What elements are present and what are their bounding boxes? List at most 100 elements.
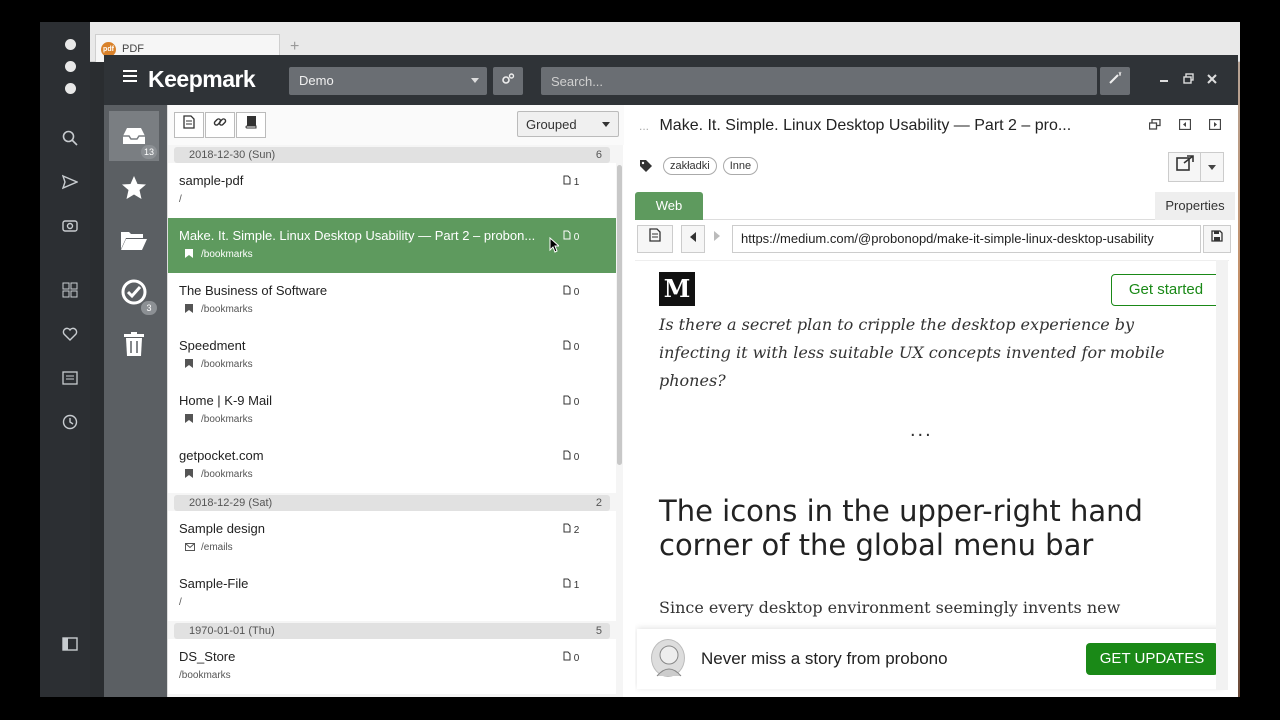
list-item[interactable]: getpocket.com /bookmarks 0 — [168, 438, 616, 493]
tasks-count-badge: 3 — [141, 301, 157, 315]
collapse-right-icon[interactable] — [1208, 118, 1222, 133]
camera-icon[interactable] — [59, 214, 81, 236]
get-updates-button[interactable]: GET UPDATES — [1086, 643, 1218, 675]
collection-value: Demo — [299, 73, 334, 88]
open-external-button[interactable] — [1168, 152, 1200, 182]
tag-chip[interactable]: Inne — [722, 157, 759, 175]
collapse-left-icon[interactable] — [1178, 118, 1192, 133]
tags-icon — [640, 160, 652, 172]
item-path: /bookmarks — [201, 469, 253, 480]
notes-count-value: 0 — [573, 342, 580, 353]
notes-count: 1 — [563, 175, 579, 188]
tab-web[interactable]: Web — [635, 192, 703, 220]
nav-folders[interactable] — [109, 215, 159, 265]
window-dot[interactable] — [65, 39, 76, 50]
app-topbar: Keepmark Demo — [104, 55, 1238, 105]
nav-trash[interactable] — [109, 319, 159, 369]
inbox-count-badge: 13 — [140, 145, 157, 159]
grid-icon[interactable] — [59, 279, 81, 301]
web-scrollbar[interactable] — [1216, 260, 1228, 690]
list-item[interactable]: DS_Store /bookmarks 0 — [168, 639, 616, 694]
notes-count: 0 — [563, 340, 579, 353]
item-path-row: /bookmarks — [179, 469, 616, 480]
list-item[interactable]: Speedment /bookmarks 0 — [168, 328, 616, 383]
note-icon — [563, 578, 571, 588]
item-title: getpocket.com — [179, 448, 264, 463]
item-title: Sample-File — [179, 576, 249, 591]
list-item[interactable]: Home | K-9 Mail /bookmarks 0 — [168, 383, 616, 438]
item-path-row: /emails — [179, 542, 616, 553]
back-button[interactable] — [681, 225, 705, 253]
item-path: /bookmarks — [201, 359, 253, 370]
window-dot[interactable] — [65, 83, 76, 94]
notes-count-value: 0 — [573, 232, 580, 243]
reader-view-button[interactable] — [637, 225, 673, 253]
notes-count-value: 0 — [573, 452, 580, 463]
desktop-screen: pdf PDF + Keepmark Demo Search... 13 3 G… — [40, 22, 1240, 697]
note-icon — [563, 651, 571, 661]
maximize-icon[interactable] — [1181, 73, 1195, 87]
face-icon — [656, 645, 682, 677]
more-dots[interactable]: ... — [639, 119, 649, 133]
document-icon — [649, 228, 661, 242]
forward-button[interactable] — [707, 225, 727, 253]
item-path: /bookmarks — [201, 249, 253, 260]
app-sidenav: 13 3 — [104, 105, 167, 697]
news-icon[interactable] — [59, 367, 81, 389]
magic-wand-button[interactable] — [1100, 67, 1130, 95]
list-item[interactable]: sample-pdf / 1 — [168, 163, 616, 218]
tag-chip[interactable]: zakładki — [663, 157, 717, 175]
list-item[interactable]: Sample design /emails 2 — [168, 511, 616, 566]
keepmark-window: Keepmark Demo Search... 13 3 Grouped 201… — [104, 55, 1238, 697]
nav-starred[interactable] — [109, 163, 159, 213]
group-header: 1970-01-01 (Thu) 5 — [174, 623, 610, 639]
new-book-button[interactable] — [236, 112, 266, 138]
check-circle-icon — [121, 279, 147, 305]
arrow-right-icon — [714, 231, 720, 241]
new-link-button[interactable] — [205, 112, 235, 138]
item-path: /bookmarks — [201, 304, 253, 315]
bookmark-list: 2018-12-30 (Sun) 6 sample-pdf / 1 Make. … — [168, 145, 616, 697]
notes-count: 0 — [563, 395, 579, 408]
open-options-dropdown[interactable] — [1200, 152, 1224, 182]
collection-select[interactable]: Demo — [289, 67, 487, 95]
collection-settings-button[interactable] — [493, 67, 523, 95]
nav-tasks[interactable]: 3 — [109, 267, 159, 317]
heart-icon[interactable] — [59, 323, 81, 345]
nav-inbox[interactable]: 13 — [109, 111, 159, 161]
minimize-icon[interactable] — [1157, 73, 1171, 87]
popout-icon[interactable] — [1148, 118, 1161, 133]
os-dock — [40, 22, 90, 697]
get-started-button[interactable]: Get started — [1111, 274, 1221, 306]
detail-tabs: Web Properties — [635, 190, 1235, 220]
item-title: Make. It. Simple. Linux Desktop Usabilit… — [179, 228, 536, 243]
sidebar-toggle-icon[interactable] — [59, 633, 81, 655]
send-icon[interactable] — [59, 171, 81, 193]
note-icon — [563, 523, 571, 533]
group-mode-select[interactable]: Grouped — [517, 111, 619, 137]
bookmark-icon — [185, 304, 195, 315]
clock-icon[interactable] — [59, 411, 81, 433]
group-date: 2018-12-30 (Sun) — [189, 149, 276, 161]
medium-logo[interactable]: M — [659, 272, 695, 306]
search-input[interactable] — [541, 67, 1097, 95]
group-count: 5 — [595, 625, 602, 637]
save-icon — [1211, 230, 1223, 242]
new-note-button[interactable] — [174, 112, 204, 138]
new-tab-button[interactable]: + — [290, 38, 299, 56]
tab-properties[interactable]: Properties — [1155, 192, 1235, 220]
save-page-button[interactable] — [1203, 225, 1231, 253]
bookmark-list-pane: Grouped 2018-12-30 (Sun) 6 sample-pdf / … — [167, 105, 624, 697]
list-item[interactable]: Sample-File / 1 — [168, 566, 616, 621]
list-scrollbar[interactable] — [617, 165, 622, 465]
notes-count-value: 0 — [573, 653, 580, 664]
item-title: Sample design — [179, 521, 265, 536]
window-dot[interactable] — [65, 61, 76, 72]
url-field[interactable]: https://medium.com/@probonopd/make-it-si… — [732, 225, 1201, 253]
group-date: 2018-12-29 (Sat) — [189, 497, 273, 509]
list-item[interactable]: The Business of Software /bookmarks 0 — [168, 273, 616, 328]
list-item-selected[interactable]: Make. It. Simple. Linux Desktop Usabilit… — [168, 218, 616, 273]
search-icon[interactable] — [59, 127, 81, 149]
close-icon[interactable] — [1205, 73, 1219, 87]
menu-icon[interactable] — [123, 70, 137, 84]
